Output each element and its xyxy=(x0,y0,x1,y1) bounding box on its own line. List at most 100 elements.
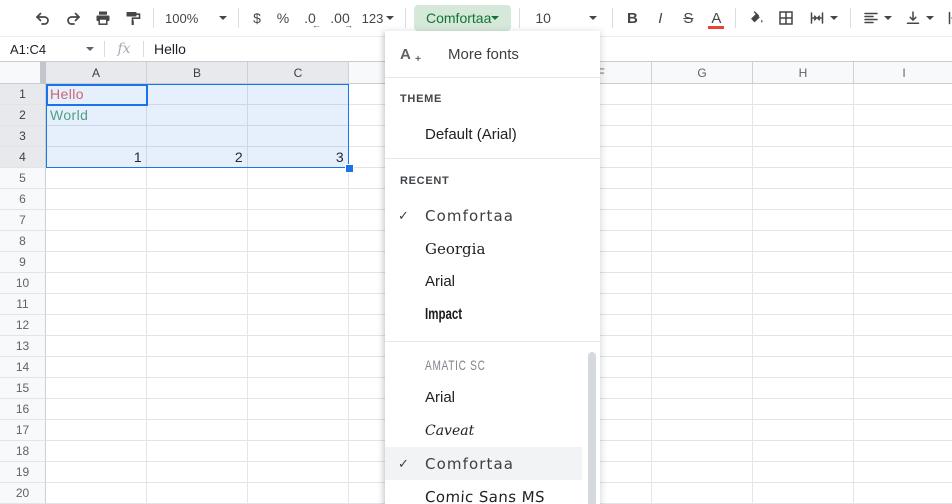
zoom-selector[interactable]: 100% xyxy=(159,4,233,32)
cell-H19[interactable] xyxy=(753,462,854,483)
column-header-G[interactable]: G xyxy=(652,62,753,84)
cell-I1[interactable] xyxy=(854,84,952,105)
undo-button[interactable] xyxy=(28,4,58,32)
cell-H3[interactable] xyxy=(753,126,854,147)
cell-A20[interactable] xyxy=(46,483,147,504)
cell-A13[interactable] xyxy=(46,336,147,357)
row-header-17[interactable]: 17 xyxy=(0,420,46,441)
cell-A19[interactable] xyxy=(46,462,147,483)
font-option-comfortaa[interactable]: ✓ Comfortaa xyxy=(385,447,582,480)
cell-H16[interactable] xyxy=(753,399,854,420)
cell-I20[interactable] xyxy=(854,483,952,504)
cell-G2[interactable] xyxy=(652,105,753,126)
cell-I12[interactable] xyxy=(854,315,952,336)
name-box[interactable]: A1:C4 xyxy=(0,37,104,61)
column-header-B[interactable]: B xyxy=(147,62,248,84)
cell-G11[interactable] xyxy=(652,294,753,315)
cell-H1[interactable] xyxy=(753,84,854,105)
text-wrapping-button[interactable] xyxy=(940,4,952,32)
cell-G15[interactable] xyxy=(652,378,753,399)
cell-H7[interactable] xyxy=(753,210,854,231)
cell-C7[interactable] xyxy=(248,210,349,231)
cell-I15[interactable] xyxy=(854,378,952,399)
row-header-8[interactable]: 8 xyxy=(0,231,46,252)
more-formats-button[interactable]: 123 xyxy=(356,4,400,32)
format-percent-button[interactable]: % xyxy=(270,4,296,32)
more-fonts-item[interactable]: A+ More fonts xyxy=(385,31,600,77)
vertical-align-button[interactable] xyxy=(898,4,940,32)
font-option-recent-arial[interactable]: Arial xyxy=(385,265,600,298)
cell-C14[interactable] xyxy=(248,357,349,378)
cell-H5[interactable] xyxy=(753,168,854,189)
cell-C15[interactable] xyxy=(248,378,349,399)
cell-B6[interactable] xyxy=(147,189,248,210)
cell-C18[interactable] xyxy=(248,441,349,462)
font-option-default-arial[interactable]: Default (Arial) xyxy=(385,118,600,151)
cell-C16[interactable] xyxy=(248,399,349,420)
cell-H11[interactable] xyxy=(753,294,854,315)
cell-A14[interactable] xyxy=(46,357,147,378)
row-header-18[interactable]: 18 xyxy=(0,441,46,462)
cell-I18[interactable] xyxy=(854,441,952,462)
cell-A17[interactable] xyxy=(46,420,147,441)
cell-G10[interactable] xyxy=(652,273,753,294)
cell-C8[interactable] xyxy=(248,231,349,252)
row-header-12[interactable]: 12 xyxy=(0,315,46,336)
cell-I19[interactable] xyxy=(854,462,952,483)
cell-G7[interactable] xyxy=(652,210,753,231)
cell-B14[interactable] xyxy=(147,357,248,378)
column-header-H[interactable]: H xyxy=(753,62,854,84)
cell-B20[interactable] xyxy=(147,483,248,504)
cell-C9[interactable] xyxy=(248,252,349,273)
row-header-11[interactable]: 11 xyxy=(0,294,46,315)
cell-A11[interactable] xyxy=(46,294,147,315)
row-header-15[interactable]: 15 xyxy=(0,378,46,399)
cell-G1[interactable] xyxy=(652,84,753,105)
column-header-I[interactable]: I xyxy=(854,62,952,84)
menu-scrollbar-thumb[interactable] xyxy=(588,352,596,504)
column-header-C[interactable]: C xyxy=(248,62,349,84)
cell-G8[interactable] xyxy=(652,231,753,252)
cell-I17[interactable] xyxy=(854,420,952,441)
cell-C20[interactable] xyxy=(248,483,349,504)
cell-A8[interactable] xyxy=(46,231,147,252)
cell-B13[interactable] xyxy=(147,336,248,357)
cell-I6[interactable] xyxy=(854,189,952,210)
increase-decimal-button[interactable]: .00 → xyxy=(324,4,356,32)
cell-G9[interactable] xyxy=(652,252,753,273)
row-header-16[interactable]: 16 xyxy=(0,399,46,420)
cell-A7[interactable] xyxy=(46,210,147,231)
cell-I9[interactable] xyxy=(854,252,952,273)
fill-color-button[interactable] xyxy=(741,4,771,32)
cell-C13[interactable] xyxy=(248,336,349,357)
row-header-19[interactable]: 19 xyxy=(0,462,46,483)
cell-H4[interactable] xyxy=(753,147,854,168)
cell-A12[interactable] xyxy=(46,315,147,336)
font-option-arial[interactable]: Arial xyxy=(385,381,600,414)
font-option-recent-comfortaa[interactable]: ✓ Comfortaa xyxy=(385,199,600,232)
cell-A16[interactable] xyxy=(46,399,147,420)
cell-H10[interactable] xyxy=(753,273,854,294)
cell-B8[interactable] xyxy=(147,231,248,252)
row-header-3[interactable]: 3 xyxy=(0,126,46,147)
cell-A5[interactable] xyxy=(46,168,147,189)
cell-A6[interactable] xyxy=(46,189,147,210)
row-header-9[interactable]: 9 xyxy=(0,252,46,273)
font-option-caveat[interactable]: Caveat xyxy=(385,414,600,447)
cell-C6[interactable] xyxy=(248,189,349,210)
cell-H8[interactable] xyxy=(753,231,854,252)
decrease-decimal-button[interactable]: .0 ← xyxy=(296,4,324,32)
cell-G20[interactable] xyxy=(652,483,753,504)
cell-I2[interactable] xyxy=(854,105,952,126)
bold-button[interactable]: B xyxy=(618,4,646,32)
row-header-7[interactable]: 7 xyxy=(0,210,46,231)
row-header-1[interactable]: 1 xyxy=(0,84,46,105)
font-family-selector[interactable]: Comfortaa xyxy=(414,5,511,31)
column-header-A[interactable]: A xyxy=(46,62,147,84)
cell-G3[interactable] xyxy=(652,126,753,147)
cell-C17[interactable] xyxy=(248,420,349,441)
cell-G13[interactable] xyxy=(652,336,753,357)
cell-G17[interactable] xyxy=(652,420,753,441)
cell-I11[interactable] xyxy=(854,294,952,315)
cell-H18[interactable] xyxy=(753,441,854,462)
